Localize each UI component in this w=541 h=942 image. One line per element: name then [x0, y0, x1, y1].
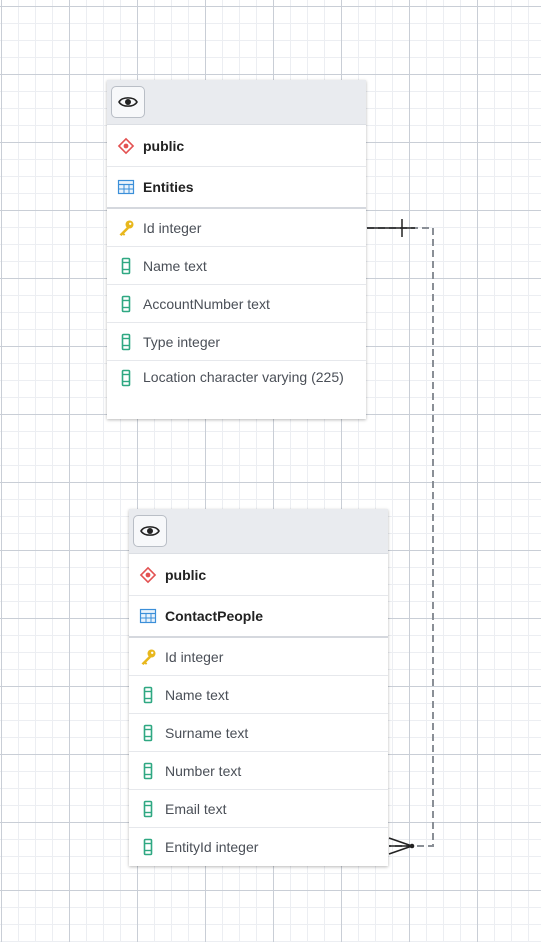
- relationship-connector[interactable]: [0, 0, 541, 942]
- many-cardinality-marker: [388, 837, 415, 855]
- one-cardinality-marker: [367, 219, 415, 237]
- relationship-line[interactable]: [367, 227, 434, 847]
